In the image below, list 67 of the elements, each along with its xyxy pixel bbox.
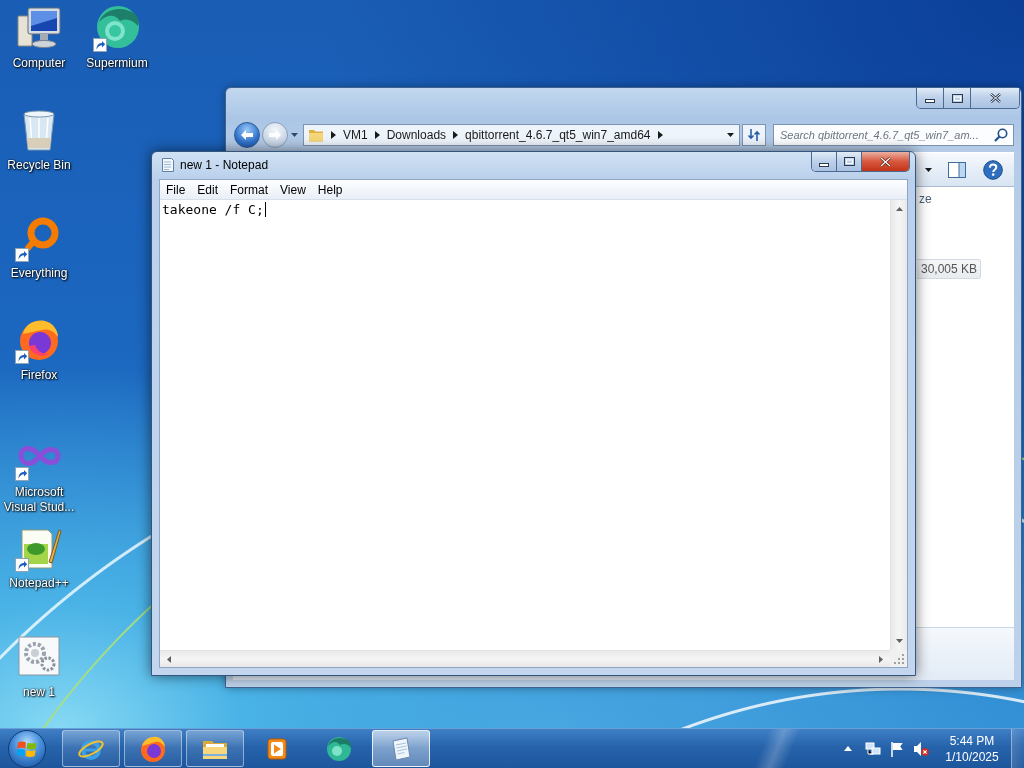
- column-header[interactable]: ze: [919, 192, 981, 206]
- caret-up-icon[interactable]: [844, 746, 852, 751]
- back-button[interactable]: [234, 122, 260, 148]
- breadcrumb-arrow-icon[interactable]: [657, 131, 663, 139]
- show-desktop-button[interactable]: [1011, 729, 1024, 768]
- windows-flag-icon: [17, 739, 37, 758]
- minimize-button[interactable]: [917, 88, 944, 108]
- scroll-up-icon[interactable]: [895, 207, 903, 211]
- menu-item[interactable]: Format: [224, 180, 275, 199]
- caret-down-icon[interactable]: [727, 133, 734, 137]
- right-arrow-icon: [269, 130, 281, 140]
- minimize-icon: [819, 162, 829, 167]
- start-button[interactable]: [8, 729, 46, 768]
- menu-item[interactable]: View: [274, 180, 312, 199]
- taskbar-button[interactable]: [62, 730, 120, 767]
- vertical-scrollbar[interactable]: [890, 200, 907, 650]
- scroll-right-icon[interactable]: [879, 655, 883, 663]
- scroll-left-icon[interactable]: [167, 655, 171, 663]
- desktop-icon[interactable]: Computer: [0, 4, 78, 106]
- desktop-icon[interactable]: Recycle Bin: [0, 106, 78, 214]
- search-field[interactable]: Search qbittorrent_4.6.7_qt5_win7_am...: [773, 124, 1014, 146]
- desktop-icon[interactable]: Firefox: [0, 316, 78, 433]
- menu-item[interactable]: Help: [311, 180, 349, 199]
- left-arrow-icon: [241, 130, 253, 140]
- preview-pane-icon: [948, 161, 966, 178]
- breadcrumb-arrow-icon[interactable]: [331, 131, 336, 139]
- horizontal-scrollbar[interactable]: [160, 650, 890, 667]
- breadcrumb-item[interactable]: qbittorrent_4.6.7_qt5_win7_amd64: [465, 128, 651, 142]
- address-bar[interactable]: VM1 Downloads qbittorrent_4.6.7_qt5_win7_amd64: [303, 124, 740, 146]
- taskbar-button[interactable]: [124, 730, 182, 767]
- text-area[interactable]: takeone /f C;: [160, 200, 890, 650]
- menu-item[interactable]: File: [160, 180, 192, 199]
- search-icon: [994, 128, 1008, 142]
- folder-icon: [308, 128, 324, 142]
- sphere-icon: [325, 734, 353, 763]
- flame-globe-icon: [139, 734, 167, 763]
- clock-date: 1/10/2025: [945, 748, 999, 765]
- desktop-icon[interactable]: Supermium: [78, 4, 156, 106]
- menu-item[interactable]: Edit: [191, 180, 225, 199]
- breadcrumb-item[interactable]: Downloads: [386, 128, 447, 142]
- taskbar-button[interactable]: [372, 730, 430, 767]
- desktop-icon[interactable]: Everything: [0, 214, 78, 316]
- breadcrumb-item[interactable]: VM1: [343, 128, 368, 142]
- window-title: new 1 - Notepad: [180, 158, 269, 173]
- close-icon: [989, 93, 1001, 103]
- close-icon: [880, 156, 891, 167]
- help-icon: [983, 159, 1003, 180]
- clock-time: 5:44 PM: [949, 732, 995, 749]
- muted-speaker-icon[interactable]: [913, 740, 929, 757]
- taskbar-button[interactable]: [186, 730, 244, 767]
- refresh-arrows-icon: [747, 128, 761, 142]
- network-icon[interactable]: [865, 740, 881, 757]
- refresh-button[interactable]: [742, 124, 766, 146]
- maximize-button[interactable]: [837, 152, 862, 171]
- maximize-button[interactable]: [944, 88, 971, 108]
- minimize-icon: [925, 99, 935, 103]
- maximize-icon: [951, 93, 963, 103]
- notepad-icon: [160, 157, 176, 173]
- breadcrumb-arrow-icon[interactable]: [453, 131, 459, 139]
- close-button[interactable]: [971, 88, 1019, 108]
- close-button[interactable]: [862, 152, 909, 171]
- scroll-down-icon[interactable]: [895, 639, 903, 643]
- breadcrumb-arrow-icon[interactable]: [374, 131, 380, 139]
- flag-icon[interactable]: [889, 740, 905, 757]
- maximize-icon: [843, 157, 855, 166]
- minimize-button[interactable]: [812, 152, 837, 171]
- caret-down-icon: [924, 167, 932, 172]
